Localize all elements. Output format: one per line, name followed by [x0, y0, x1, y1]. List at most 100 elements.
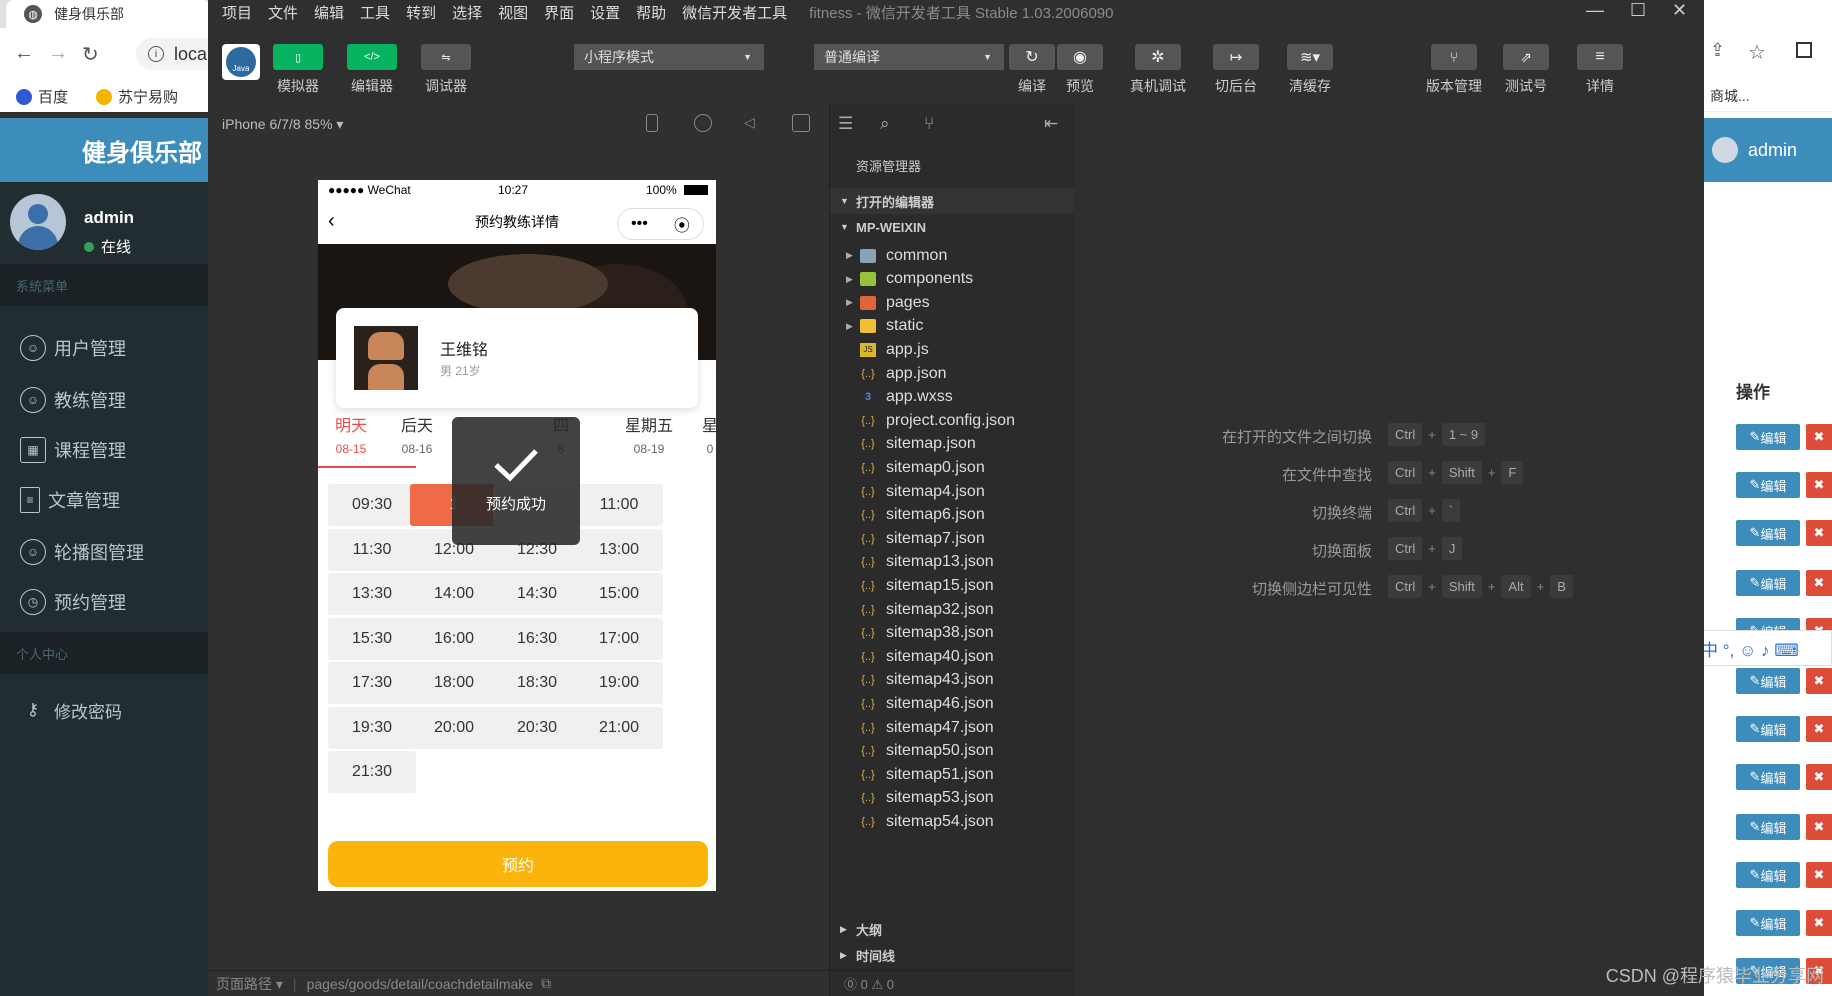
time-slot[interactable]: 16:30	[493, 617, 581, 660]
phone-rotate-icon[interactable]	[646, 114, 658, 132]
close-icon[interactable]: ✕	[1672, 0, 1687, 21]
menu-select[interactable]: 选择	[452, 2, 482, 23]
menu-help[interactable]: 帮助	[636, 2, 666, 23]
address-bar[interactable]: i loca	[136, 38, 210, 70]
time-slot[interactable]: 18:00	[410, 662, 498, 704]
time-slot[interactable]: 18:30	[493, 662, 581, 704]
more-dots-icon[interactable]: •••	[631, 215, 648, 233]
edit-button[interactable]: ✎ 编辑	[1736, 570, 1800, 596]
reload-icon[interactable]: ↻	[82, 42, 99, 67]
test-account-button[interactable]: ⇗ 测试号	[1498, 44, 1554, 96]
menu-wechat-devtools[interactable]: 微信开发者工具	[682, 2, 787, 23]
menu-settings[interactable]: 设置	[590, 2, 620, 23]
delete-button[interactable]: ✖	[1806, 520, 1832, 546]
day-tab[interactable]: 后天 08-16	[384, 412, 450, 456]
volume-icon[interactable]: ◁	[744, 114, 762, 132]
version-button[interactable]: ⑂ 版本管理	[1426, 44, 1482, 96]
edit-button[interactable]: ✎ 编辑	[1736, 862, 1800, 888]
device-select[interactable]: iPhone 6/7/8 85% ▾	[222, 116, 343, 133]
mode-select[interactable]: 小程序模式 ▼	[574, 44, 764, 70]
time-slot[interactable]: 15:00	[575, 573, 663, 615]
copy-icon[interactable]: ⧉	[541, 975, 551, 992]
edit-button[interactable]: ✎ 编辑	[1736, 764, 1800, 790]
time-slot[interactable]: 21:00	[575, 706, 663, 749]
target-icon[interactable]: ⦿	[674, 212, 690, 236]
clear-cache-button[interactable]: ≋▾ 清缓存	[1282, 44, 1338, 96]
bookmark-suning[interactable]: 苏宁易购	[96, 86, 178, 107]
capsule-menu[interactable]: ••• ⦿	[617, 208, 704, 240]
menu-carousel-management[interactable]: ☺ 轮播图管理	[0, 528, 208, 576]
time-slot[interactable]: 09:30	[328, 484, 416, 526]
simulator-button[interactable]: ▯ 模拟器	[272, 44, 324, 96]
back-arrow-icon[interactable]: ←	[14, 42, 34, 65]
bookmark-baidu[interactable]: 百度	[16, 86, 68, 107]
time-slot[interactable]: 17:00	[575, 617, 663, 660]
menu-coach-management[interactable]: ☺ 教练管理	[0, 376, 208, 424]
delete-button[interactable]: ✖	[1806, 764, 1832, 790]
share-icon[interactable]: ⇪	[1710, 40, 1725, 61]
menu-edit[interactable]: 编辑	[314, 2, 344, 23]
time-slot[interactable]: 20:30	[493, 706, 581, 749]
branch-icon[interactable]: ⑂	[924, 114, 934, 134]
edit-button[interactable]: ✎ 编辑	[1736, 472, 1800, 498]
delete-button[interactable]: ✖	[1806, 862, 1832, 888]
edit-button[interactable]: ✎ 编辑	[1736, 668, 1800, 694]
debugger-button[interactable]: ⇋ 调试器	[420, 44, 472, 96]
remote-debug-button[interactable]: ✲ 真机调试	[1126, 44, 1190, 96]
project-avatar[interactable]: Java	[222, 44, 260, 80]
home-icon[interactable]	[694, 114, 712, 132]
edit-button[interactable]: ✎ 编辑	[1736, 814, 1800, 840]
timeline-section[interactable]: ▶ 时间线	[830, 942, 1074, 968]
edit-button[interactable]: ✎ 编辑	[1736, 910, 1800, 936]
menu-goto[interactable]: 转到	[406, 2, 436, 23]
time-slot[interactable]: 13:30	[328, 573, 416, 615]
delete-button[interactable]: ✖	[1806, 814, 1832, 840]
page-path-label[interactable]: 页面路径 ▾	[216, 974, 283, 994]
problems-status[interactable]: ⓪ 0 ⚠ 0	[830, 970, 1074, 996]
star-icon[interactable]: ☆	[1748, 40, 1766, 65]
delete-button[interactable]: ✖	[1806, 570, 1832, 596]
day-tab[interactable]: 明天 08-15	[318, 412, 384, 456]
menu-change-password[interactable]: ⚷ 修改密码	[0, 686, 208, 734]
list-icon[interactable]: ☰	[838, 114, 853, 134]
menu-course-management[interactable]: ▦ 课程管理	[0, 426, 208, 474]
menu-file[interactable]: 文件	[268, 2, 298, 23]
browser-tab[interactable]: ◍ 健身俱乐部	[6, 0, 210, 28]
time-slot[interactable]: 13:00	[575, 528, 663, 571]
collapse-panel-icon[interactable]: ⇤	[1044, 114, 1058, 134]
background-button[interactable]: ↦ 切后台	[1208, 44, 1264, 96]
time-slot[interactable]: 19:00	[575, 662, 663, 704]
book-button[interactable]: 预约	[328, 841, 708, 887]
compile-select[interactable]: 普通编译 ▼	[814, 44, 1004, 70]
maximize-icon[interactable]: ☐	[1630, 0, 1646, 21]
delete-button[interactable]: ✖	[1806, 910, 1832, 936]
menu-project[interactable]: 项目	[222, 2, 252, 23]
outline-section[interactable]: ▶ 大纲	[830, 916, 1074, 942]
delete-button[interactable]: ✖	[1806, 716, 1832, 742]
delete-button[interactable]: ✖	[1806, 472, 1832, 498]
minimize-icon[interactable]: —	[1586, 0, 1604, 21]
preview-button[interactable]: ◉ 预览	[1056, 44, 1104, 96]
time-slot[interactable]: 15:30	[328, 617, 416, 660]
menu-tools[interactable]: 工具	[360, 2, 390, 23]
delete-button[interactable]: ✖	[1806, 424, 1832, 450]
time-slot[interactable]: 19:30	[328, 706, 416, 749]
day-tab[interactable]: 星期五 08-19	[616, 412, 682, 456]
back-chevron-icon[interactable]: ‹	[328, 210, 335, 233]
bookmark-mall[interactable]: 商城...	[1710, 86, 1750, 106]
popout-icon[interactable]	[792, 114, 810, 132]
compile-button[interactable]: ↻ 编译	[1008, 44, 1056, 96]
open-editors-section[interactable]: ▼ 打开的编辑器	[830, 188, 1074, 214]
time-slot[interactable]: 14:00	[410, 573, 498, 615]
time-slot[interactable]: 20:00	[410, 706, 498, 749]
time-slot[interactable]: 11:30	[328, 528, 416, 571]
menu-view[interactable]: 视图	[498, 2, 528, 23]
menu-interface[interactable]: 界面	[544, 2, 574, 23]
edit-button[interactable]: ✎ 编辑	[1736, 716, 1800, 742]
sidebar-toggle-icon[interactable]	[1796, 42, 1812, 58]
edit-button[interactable]: ✎ 编辑	[1736, 520, 1800, 546]
details-button[interactable]: ≡ 详情	[1572, 44, 1628, 96]
menu-user-management[interactable]: ☺ 用户管理	[0, 324, 208, 372]
file-item[interactable]: {..} sitemap54.json	[830, 808, 1074, 835]
delete-button[interactable]: ✖	[1806, 668, 1832, 694]
